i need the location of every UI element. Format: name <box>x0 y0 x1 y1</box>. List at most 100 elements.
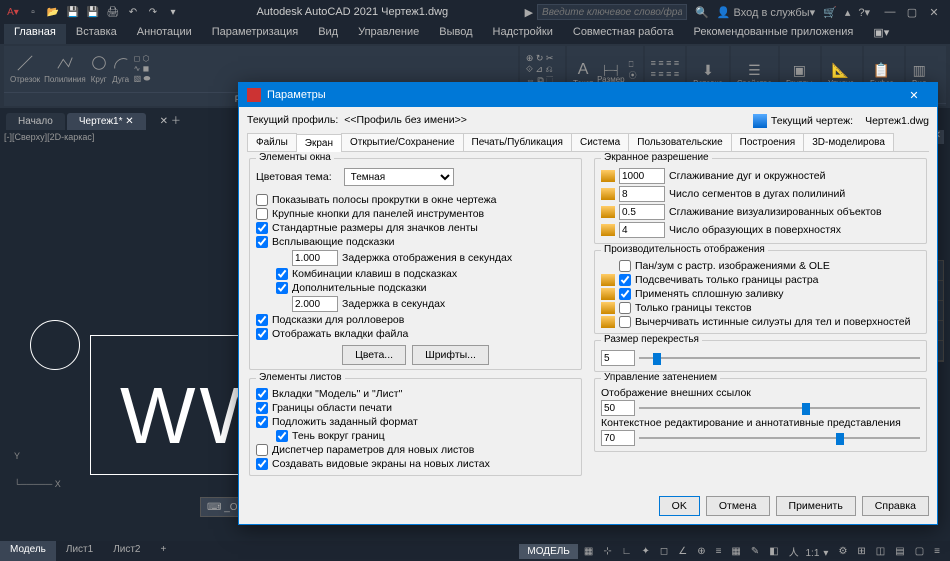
help-button[interactable]: Справка <box>862 496 929 516</box>
cb-rollover[interactable] <box>256 314 268 326</box>
ribbon-tab-manage[interactable]: Управление <box>348 24 429 44</box>
share-icon[interactable]: ▶ <box>525 6 533 19</box>
ribbon-tab-featured[interactable]: Рекомендованные приложения <box>684 24 864 44</box>
app-store-icon[interactable]: 🛒 <box>823 6 837 19</box>
cb-true-silhouette[interactable] <box>619 316 631 328</box>
plot-icon[interactable]: 🖨 <box>106 5 120 19</box>
cb-create-viewport[interactable] <box>256 458 268 470</box>
status-iso-icon[interactable]: ◫ <box>872 544 889 559</box>
status-clean-icon[interactable]: ▢ <box>911 544 928 559</box>
search-icon[interactable]: 🔍 <box>695 6 709 19</box>
ribbon-tab-insert[interactable]: Вставка <box>66 24 127 44</box>
cb-paper-shadow[interactable] <box>276 430 288 442</box>
redo-icon[interactable]: ↷ <box>146 5 160 19</box>
apply-button[interactable]: Применить <box>776 496 856 516</box>
dialog-close-button[interactable]: ✕ <box>899 89 929 102</box>
viewport-label[interactable]: [-][Сверху][2D-каркас] <box>4 132 94 142</box>
status-custom-icon[interactable]: ≡ <box>930 544 944 559</box>
status-grid-icon[interactable]: ▦ <box>580 544 597 559</box>
signin-button[interactable]: 👤 Вход в службы▾ <box>717 6 815 19</box>
status-sc-icon[interactable]: ◧ <box>765 544 782 559</box>
help-icon[interactable]: ?▾ <box>858 6 870 19</box>
ext-tooltip-delay-input[interactable] <box>292 296 338 312</box>
ok-button[interactable]: OK <box>659 496 700 516</box>
saveas-icon[interactable]: 💾 <box>86 5 100 19</box>
dialog-titlebar[interactable]: Параметры ✕ <box>239 83 937 107</box>
polyline-button[interactable]: Полилиния <box>44 54 86 84</box>
ribbon-tab-parametric[interactable]: Параметризация <box>202 24 308 44</box>
xref-fade-input[interactable] <box>601 400 635 416</box>
status-gear-icon[interactable]: ⚙ <box>834 544 851 559</box>
tab-open-save[interactable]: Открытие/Сохранение <box>341 133 464 151</box>
cb-scrollbars[interactable] <box>256 194 268 206</box>
status-snap-icon[interactable]: ⊹ <box>599 544 615 559</box>
qat-more-icon[interactable]: ▾ <box>166 5 180 19</box>
fonts-button[interactable]: Шрифты... <box>412 345 489 365</box>
open-icon[interactable]: 📂 <box>46 5 60 19</box>
close-button[interactable]: ✕ <box>924 6 944 19</box>
ribbon-tab-annotate[interactable]: Аннотации <box>127 24 202 44</box>
minimize-button[interactable]: — <box>880 6 900 19</box>
cb-page-setup-mgr[interactable] <box>256 444 268 456</box>
line-button[interactable]: Отрезок <box>10 54 40 84</box>
circle-button[interactable]: Круг <box>90 54 108 84</box>
ribbon-tab-view[interactable]: Вид <box>308 24 348 44</box>
status-hw-icon[interactable]: ▤ <box>891 544 908 559</box>
a360-icon[interactable]: ▴ <box>845 6 851 19</box>
status-osnap-icon[interactable]: ◻ <box>656 544 672 559</box>
tab-drafting[interactable]: Построения <box>731 133 805 151</box>
tab-display[interactable]: Экран <box>296 134 342 152</box>
status-ws-icon[interactable]: ⊞ <box>853 544 869 559</box>
cb-highlight-raster[interactable] <box>619 274 631 286</box>
status-dyn-icon[interactable]: ⊕ <box>693 544 709 559</box>
cb-file-tabs[interactable] <box>256 328 268 340</box>
surface-contour-input[interactable] <box>619 222 665 238</box>
sheet-tab-add[interactable]: + <box>151 541 177 561</box>
help-search-input[interactable] <box>537 4 687 20</box>
colors-button[interactable]: Цвета... <box>342 345 406 365</box>
cb-shortcut-keys[interactable] <box>276 268 288 280</box>
cb-panzoom-raster[interactable] <box>619 260 631 272</box>
cb-paper-bg[interactable] <box>256 416 268 428</box>
sheet-tab-layout2[interactable]: Лист2 <box>103 541 150 561</box>
cancel-button[interactable]: Отмена <box>706 496 770 516</box>
doctab-start[interactable]: Начало <box>6 113 65 130</box>
arc-smooth-input[interactable] <box>619 168 665 184</box>
tab-3d[interactable]: 3D-моделирова <box>803 133 894 151</box>
crosshair-slider[interactable] <box>639 351 920 365</box>
status-trans-icon[interactable]: ▦ <box>727 544 744 559</box>
sheet-tab-layout1[interactable]: Лист1 <box>56 541 103 561</box>
status-annoscale-icon[interactable]: 人 1:1▾ <box>785 542 833 561</box>
cb-tooltips[interactable] <box>256 236 268 248</box>
tab-system[interactable]: Система <box>571 133 629 151</box>
maximize-button[interactable]: ▢ <box>902 6 922 19</box>
cb-print-area[interactable] <box>256 402 268 414</box>
status-otrack-icon[interactable]: ∠ <box>674 544 691 559</box>
xref-fade-slider[interactable] <box>639 401 920 415</box>
status-qp-icon[interactable]: ✎ <box>747 544 763 559</box>
crosshair-size-input[interactable] <box>601 350 635 366</box>
cb-text-boundary[interactable] <box>619 302 631 314</box>
ribbon-tab-collab[interactable]: Совместная работа <box>563 24 684 44</box>
status-polar-icon[interactable]: ✦ <box>638 544 654 559</box>
save-icon[interactable]: 💾 <box>66 5 80 19</box>
cb-large-buttons[interactable] <box>256 208 268 220</box>
cb-layout-tabs[interactable] <box>256 388 268 400</box>
ribbon-tab-more[interactable]: ▣▾ <box>863 24 899 44</box>
doctab-new[interactable]: ✕ ＋ <box>148 109 193 130</box>
sheet-tab-model[interactable]: Модель <box>0 541 56 561</box>
tab-files[interactable]: Файлы <box>247 133 297 151</box>
cb-ribbon-icons[interactable] <box>256 222 268 234</box>
tab-user[interactable]: Пользовательские <box>628 133 731 151</box>
status-ortho-icon[interactable]: ∟ <box>618 544 636 559</box>
undo-icon[interactable]: ↶ <box>126 5 140 19</box>
render-smooth-input[interactable] <box>619 204 665 220</box>
tab-plot[interactable]: Печать/Публикация <box>463 133 572 151</box>
status-lwt-icon[interactable]: ≡ <box>712 544 726 559</box>
new-icon[interactable]: ▫ <box>26 5 40 19</box>
tooltip-delay-input[interactable] <box>292 250 338 266</box>
doctab-drawing1[interactable]: Чертеж1* ✕ <box>67 113 146 130</box>
ribbon-tab-home[interactable]: Главная <box>4 24 66 44</box>
pline-segs-input[interactable] <box>619 186 665 202</box>
draw-more-icon[interactable]: ◻ ⬡∿ ◼▧ ⬬ <box>134 54 151 84</box>
